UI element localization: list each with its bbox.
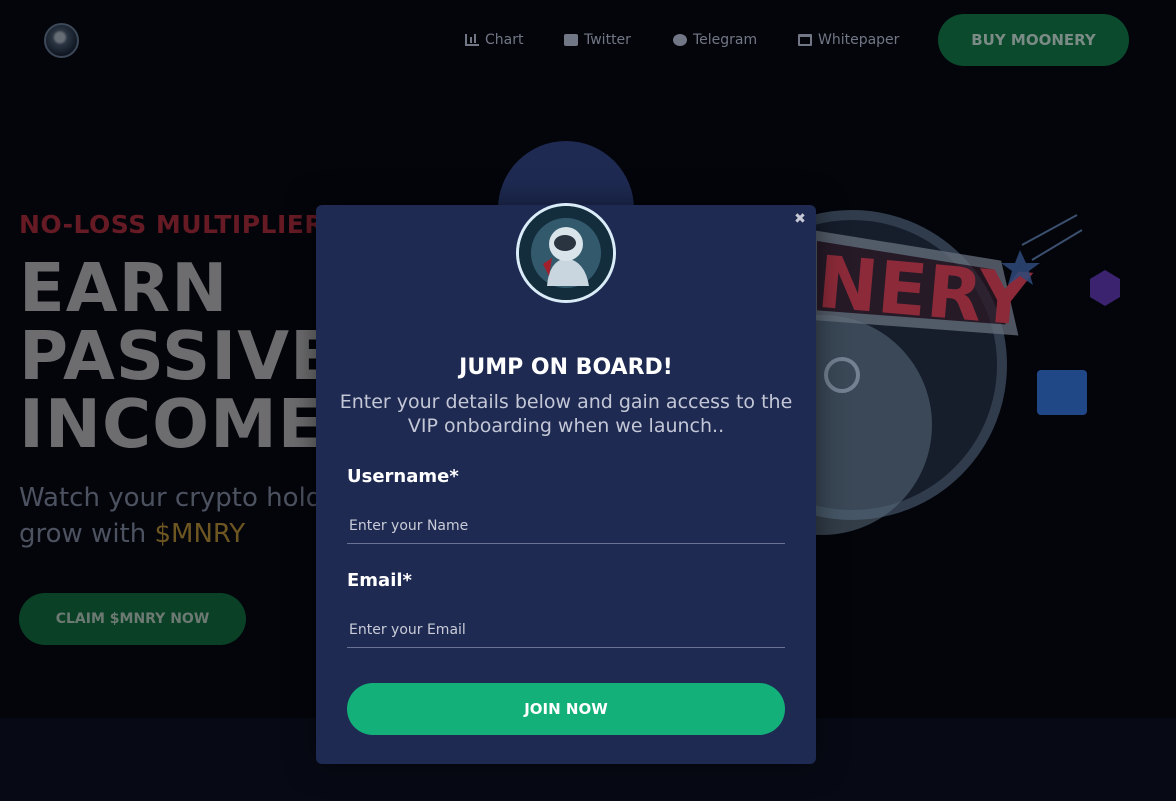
book-icon <box>798 34 812 46</box>
claim-mnry-button[interactable]: CLAIM $MNRY NOW <box>19 593 246 645</box>
token-ticker: $MNRY <box>154 519 246 549</box>
moonery-mascot-illustration: NERY <box>812 210 1120 535</box>
modal-description: Enter your details below and gain access… <box>339 391 793 437</box>
hero-title-line: INCOME <box>19 385 325 463</box>
buy-moonery-button[interactable]: BUY MOONERY <box>938 14 1129 66</box>
nav-telegram-label: Telegram <box>693 32 758 48</box>
hero-subtitle-line1: Watch your crypto holdi <box>19 483 319 513</box>
hero-subtitle-line2: grow with $MNRY <box>19 516 319 552</box>
hexagon-gem-icon <box>1090 270 1120 306</box>
username-label: Username* <box>347 466 459 487</box>
telegram-icon <box>673 34 687 46</box>
email-label: Email* <box>347 570 412 591</box>
nav-whitepaper-label: Whitepaper <box>818 32 900 48</box>
nav-telegram-link[interactable]: Telegram <box>673 30 757 50</box>
nav-chart-link[interactable]: Chart <box>465 30 523 50</box>
hero-title: EARN PASSIVE INCOME <box>19 249 337 463</box>
nav-whitepaper-link[interactable]: Whitepaper <box>798 30 899 50</box>
join-now-button[interactable]: JOIN NOW <box>347 683 785 735</box>
hero-kicker: NO-LOSS MULTIPLIER <box>19 210 325 239</box>
hero-subtitle-text: grow with <box>19 519 155 549</box>
close-icon[interactable]: ✖ <box>792 211 808 227</box>
astronaut-avatar-icon <box>516 203 616 303</box>
username-input[interactable] <box>347 508 785 544</box>
nav-twitter-link[interactable]: Twitter <box>564 30 631 50</box>
hero-title-line: EARN <box>19 249 229 327</box>
email-input[interactable] <box>347 612 785 648</box>
nav-chart-label: Chart <box>485 32 524 48</box>
modal-heading: JUMP ON BOARD! <box>459 355 673 380</box>
bar-chart-icon <box>465 34 479 46</box>
hero-subtitle: Watch your crypto holdi grow with $MNRY <box>19 480 319 552</box>
twitter-icon <box>564 34 578 46</box>
nav-twitter-label: Twitter <box>584 32 631 48</box>
blue-cube-icon <box>1037 370 1087 415</box>
hero-title-line: PASSIVE <box>19 317 337 395</box>
astronaut-logo-icon[interactable] <box>44 23 79 58</box>
